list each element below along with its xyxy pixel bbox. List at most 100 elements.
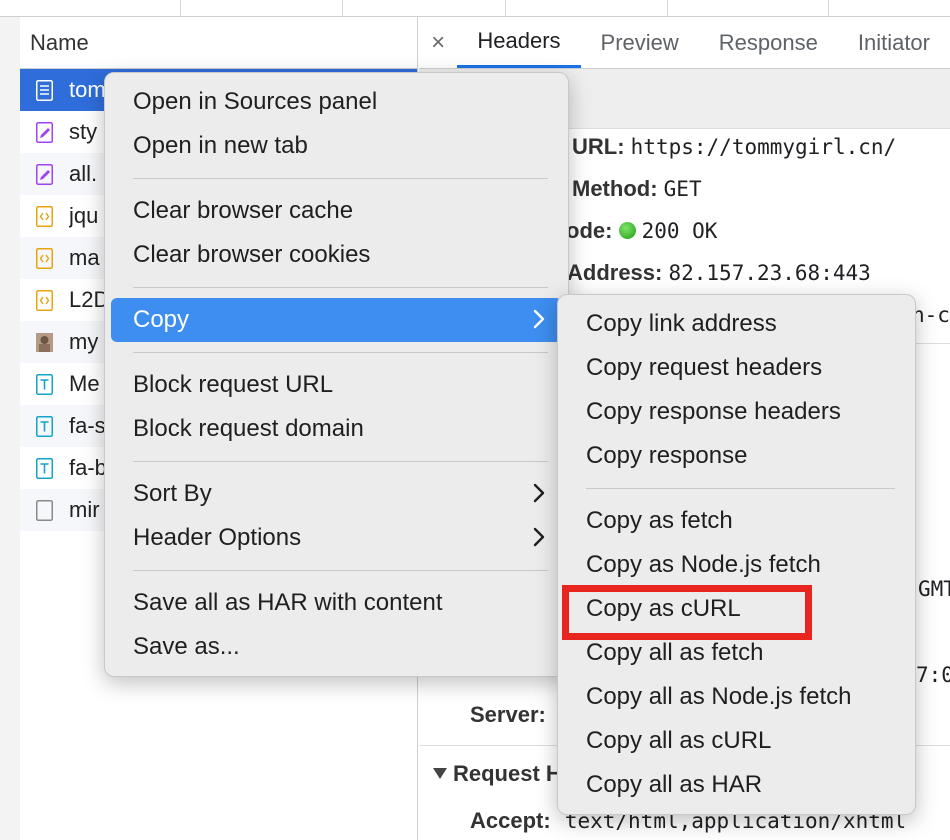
request-name: fa-s bbox=[69, 413, 106, 438]
column-divider bbox=[505, 0, 506, 16]
context-menu: Open in Sources panel Open in new tab Clea… bbox=[104, 72, 569, 677]
column-divider bbox=[828, 0, 829, 16]
request-name: jqu bbox=[69, 203, 99, 228]
menu-item-block-request-url[interactable]: Block request URL bbox=[105, 363, 568, 407]
stylesheet-icon bbox=[36, 163, 53, 185]
font-icon bbox=[36, 373, 53, 395]
partial-value-3: 7:0 bbox=[916, 663, 950, 687]
menu-item-label: Open in new tab bbox=[133, 132, 308, 159]
menu-item-label: Copy bbox=[133, 306, 190, 333]
menu-item-label: Copy as Node.js fetch bbox=[586, 551, 821, 578]
menu-item-open-in-sources-panel[interactable]: Open in Sources panel bbox=[105, 80, 568, 124]
request-name: Me bbox=[69, 371, 100, 396]
menu-separator bbox=[133, 178, 548, 179]
blank-file-icon bbox=[36, 499, 53, 521]
menu-separator bbox=[133, 352, 548, 353]
menu-item-label: Block request URL bbox=[133, 371, 334, 398]
submenu-item-copy-request-headers[interactable]: Copy request headers bbox=[558, 346, 915, 390]
submenu-item-copy-all-as-har[interactable]: Copy all as HAR bbox=[558, 763, 915, 807]
menu-item-clear-browser-cookies[interactable]: Clear browser cookies bbox=[105, 233, 568, 277]
menu-separator bbox=[133, 287, 548, 288]
menu-item-label: Block request domain bbox=[133, 415, 364, 442]
submenu-item-copy-link-address[interactable]: Copy link address bbox=[558, 302, 915, 346]
menu-item-label: Copy all as fetch bbox=[586, 639, 764, 666]
request-method-key: Method: bbox=[572, 176, 658, 201]
copy-submenu: Copy link address Copy request headers Cop… bbox=[557, 294, 916, 815]
request-name: all. bbox=[69, 161, 98, 186]
annotation-highlight-box bbox=[562, 585, 812, 640]
menu-item-sort-by[interactable]: Sort By bbox=[105, 472, 568, 516]
request-headers-section[interactable]: Request H bbox=[433, 761, 562, 787]
name-column-label: Name bbox=[30, 29, 89, 55]
submenu-item-copy-as-fetch[interactable]: Copy as fetch bbox=[558, 499, 915, 543]
request-url-row: URL: https://tommygirl.cn/ bbox=[572, 134, 896, 160]
status-code-key: ode: bbox=[566, 218, 613, 243]
close-icon[interactable]: × bbox=[419, 17, 457, 68]
status-code-value: 200 OK bbox=[641, 219, 718, 243]
partial-value-1: n-c bbox=[912, 303, 950, 327]
column-divider bbox=[180, 0, 181, 16]
submenu-item-copy-response[interactable]: Copy response bbox=[558, 434, 915, 478]
menu-separator bbox=[133, 461, 548, 462]
menu-item-label: Copy link address bbox=[586, 310, 777, 337]
section-divider bbox=[912, 343, 950, 344]
request-name: mir bbox=[69, 497, 100, 522]
name-column-header[interactable]: Name bbox=[20, 17, 417, 69]
menu-item-label: Clear browser cache bbox=[133, 197, 354, 224]
request-method-row: Method: GET bbox=[572, 176, 702, 202]
tab-response[interactable]: Response bbox=[699, 17, 838, 68]
menu-item-label: Clear browser cookies bbox=[133, 241, 371, 268]
menu-item-label: Copy request headers bbox=[586, 354, 823, 381]
menu-item-block-request-domain[interactable]: Block request domain bbox=[105, 407, 568, 451]
request-name: tom bbox=[69, 77, 106, 102]
menu-separator bbox=[586, 488, 895, 489]
column-divider bbox=[667, 0, 668, 16]
chevron-right-icon bbox=[526, 306, 552, 332]
menu-item-label: Sort By bbox=[133, 480, 212, 507]
tab-preview[interactable]: Preview bbox=[581, 17, 699, 68]
image-thumbnail-icon bbox=[36, 332, 53, 353]
menu-item-header-options[interactable]: Header Options bbox=[105, 516, 568, 560]
partial-value-2: GMT bbox=[918, 577, 950, 601]
menu-item-label: Header Options bbox=[133, 524, 302, 551]
menu-item-save-all-as-har-with-content[interactable]: Save all as HAR with content bbox=[105, 581, 568, 625]
submenu-item-copy-all-as-curl[interactable]: Copy all as cURL bbox=[558, 719, 915, 763]
submenu-item-copy-response-headers[interactable]: Copy response headers bbox=[558, 390, 915, 434]
menu-item-label: Save as... bbox=[133, 633, 240, 660]
document-icon bbox=[36, 79, 53, 101]
menu-item-label: Copy response bbox=[586, 442, 748, 469]
chevron-right-icon bbox=[526, 480, 552, 506]
request-url-value: https://tommygirl.cn/ bbox=[630, 135, 897, 159]
menu-item-label: Copy response headers bbox=[586, 398, 841, 425]
menu-item-clear-browser-cache[interactable]: Clear browser cache bbox=[105, 189, 568, 233]
submenu-item-copy-as-node-js-fetch[interactable]: Copy as Node.js fetch bbox=[558, 543, 915, 587]
script-icon bbox=[36, 247, 53, 269]
tab-initiator[interactable]: Initiator bbox=[838, 17, 950, 68]
details-tab-bar: × Headers Preview Response Initiator bbox=[419, 17, 950, 69]
request-name: sty bbox=[69, 119, 98, 144]
menu-item-open-in-new-tab[interactable]: Open in new tab bbox=[105, 124, 568, 168]
menu-item-save-as[interactable]: Save as... bbox=[105, 625, 568, 669]
submenu-item-copy-all-as-node-js-fetch[interactable]: Copy all as Node.js fetch bbox=[558, 675, 915, 719]
menu-item-label: Copy all as Node.js fetch bbox=[586, 683, 852, 710]
server-key: Server: bbox=[470, 702, 546, 727]
remote-address-value: 82.157.23.68:443 bbox=[668, 261, 871, 285]
remote-address-row: Address: 82.157.23.68:443 bbox=[567, 260, 871, 286]
accept-key: Accept: bbox=[470, 808, 551, 833]
tab-headers[interactable]: Headers bbox=[457, 17, 581, 68]
menu-item-copy[interactable]: Copy bbox=[111, 298, 562, 342]
menu-item-label: Copy all as HAR bbox=[586, 771, 763, 798]
remote-address-key: Address: bbox=[567, 260, 663, 285]
left-gutter bbox=[0, 17, 20, 840]
column-divider bbox=[342, 0, 343, 16]
stylesheet-icon bbox=[36, 121, 53, 143]
menu-item-label: Open in Sources panel bbox=[133, 88, 378, 115]
request-method-value: GET bbox=[663, 177, 702, 201]
menu-item-label: Copy as fetch bbox=[586, 507, 733, 534]
font-icon bbox=[36, 457, 53, 479]
font-icon bbox=[36, 415, 53, 437]
chevron-right-icon bbox=[526, 524, 552, 550]
request-url-key: URL: bbox=[572, 134, 625, 159]
menu-item-label: Copy all as cURL bbox=[586, 727, 772, 754]
triangle-down-icon bbox=[433, 768, 447, 779]
